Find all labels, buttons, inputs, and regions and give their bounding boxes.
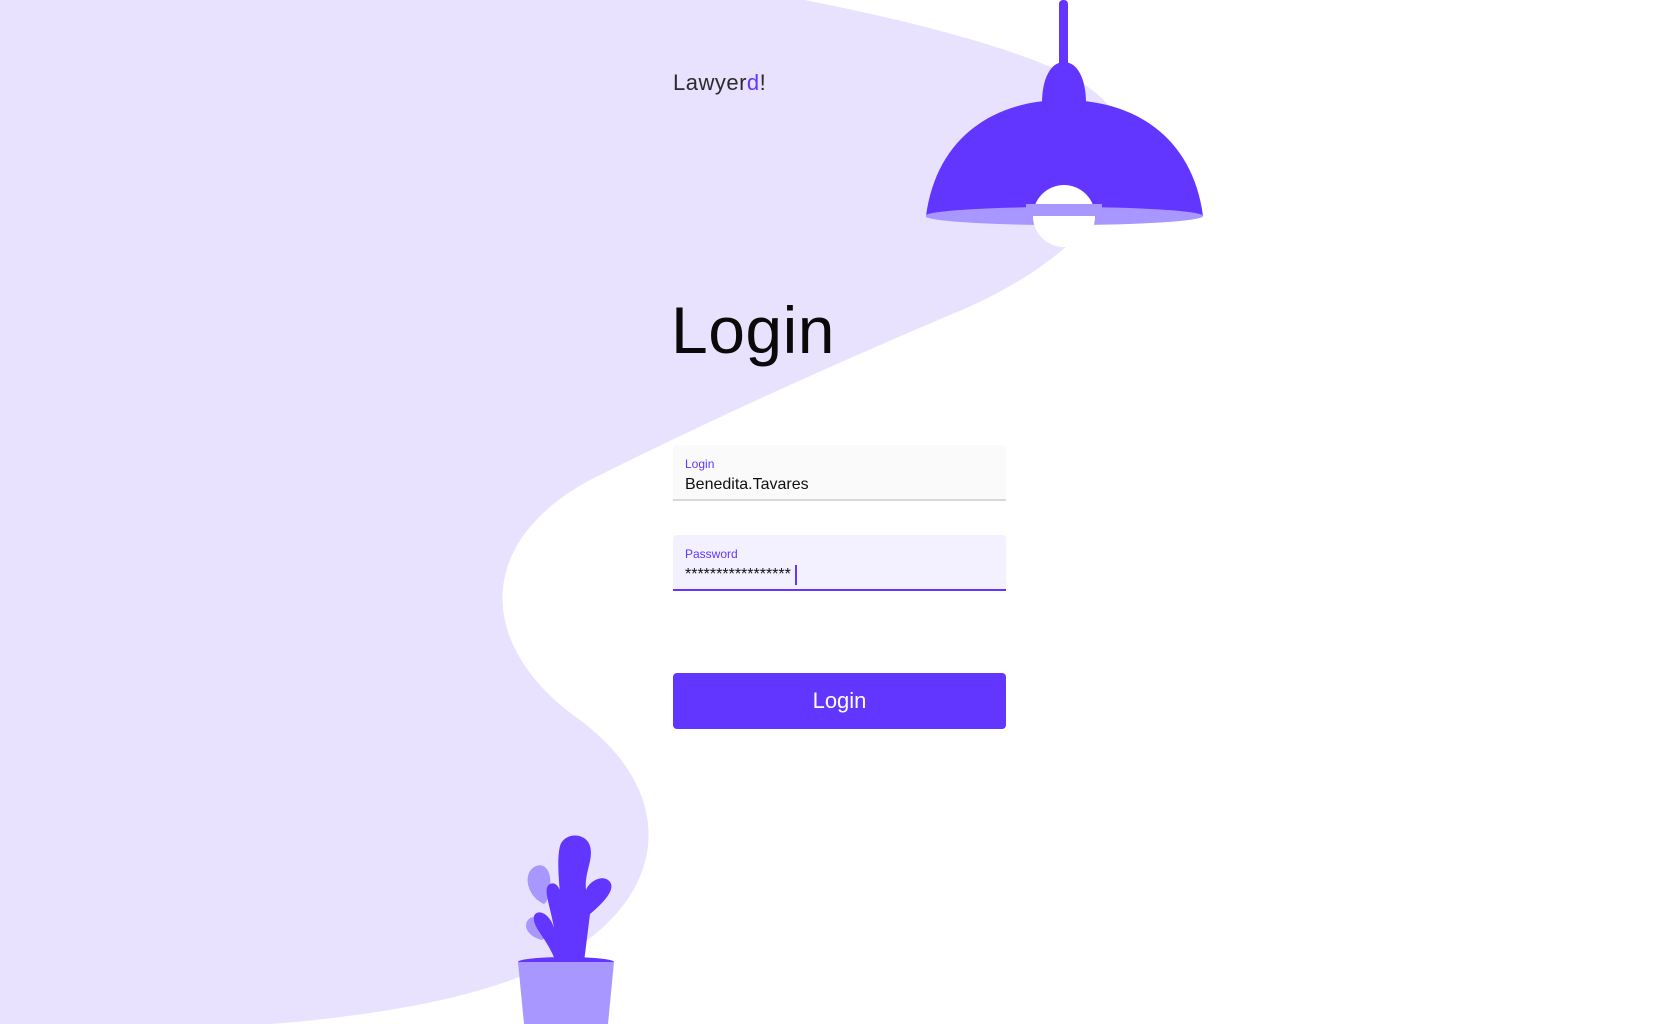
plant-illustration [518, 835, 614, 1024]
text-caret [794, 564, 797, 585]
login-field[interactable]: Login Benedita.Tavares [673, 445, 1006, 501]
logo-suffix: ! [759, 70, 767, 95]
login-page: Lawyerd! Login Login Benedita.Tavares Pa… [0, 0, 1679, 1024]
login-button[interactable]: Login [673, 673, 1006, 729]
login-field-label: Login [685, 457, 715, 471]
lamp-illustration [926, 0, 1203, 247]
password-input[interactable]: ***************** [685, 564, 791, 586]
brand-logo[interactable]: Lawyerd! [673, 70, 766, 96]
login-input[interactable]: Benedita.Tavares [685, 474, 809, 496]
password-field[interactable]: Password ***************** [673, 535, 1006, 591]
password-field-label: Password [685, 547, 738, 561]
logo-prefix: Lawyer [673, 70, 747, 95]
page-title: Login [671, 293, 835, 367]
background-wave [0, 0, 1124, 1024]
logo-accent: d [746, 70, 760, 95]
